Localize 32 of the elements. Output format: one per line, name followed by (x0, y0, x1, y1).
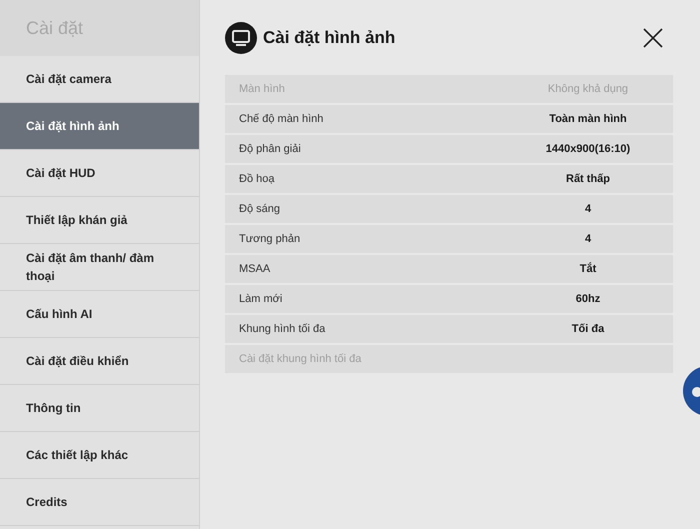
setting-value: Tắt (578, 261, 598, 277)
setting-label: Cài đặt khung hình tối đa (239, 352, 362, 367)
setting-row[interactable]: Tương phản 4 (225, 225, 673, 253)
setting-label: Làm mới (239, 292, 282, 307)
setting-row[interactable]: Khung hình tối đa Tối đa (225, 315, 673, 343)
setting-value: 1440x900(16:10) (544, 142, 632, 157)
setting-row[interactable]: MSAA Tắt (225, 255, 673, 283)
close-button[interactable] (641, 26, 665, 50)
setting-label: Chế độ màn hình (239, 112, 324, 127)
close-icon (643, 28, 663, 48)
setting-value: Tối đa (570, 322, 606, 337)
setting-value: Toàn màn hình (548, 112, 628, 127)
setting-label: Độ phân giải (239, 142, 301, 157)
setting-row[interactable]: Chế độ màn hình Toàn màn hình (225, 105, 673, 133)
setting-label: Khung hình tối đa (239, 322, 326, 337)
panel-title: Cài đặt hình ảnh (263, 27, 396, 50)
setting-label: Màn hình (239, 82, 285, 97)
setting-row[interactable]: Độ phân giải 1440x900(16:10) (225, 135, 673, 163)
setting-label: Độ sáng (239, 202, 280, 217)
setting-value: Rất thấp (565, 172, 611, 187)
setting-label: Tương phản (239, 232, 300, 247)
setting-value: Không khả dụng (546, 82, 630, 97)
setting-value: 4 (584, 202, 592, 217)
setting-label: MSAA (239, 262, 270, 277)
sidebar-item[interactable]: Cài đặt hình ảnh (0, 103, 199, 150)
setting-value: 60hz (574, 292, 602, 307)
setting-row[interactable]: Đồ hoạ Rất thấp (225, 165, 673, 193)
setting-row[interactable]: Làm mới 60hz (225, 285, 673, 313)
monitor-icon (225, 22, 257, 54)
setting-value: 4 (584, 232, 592, 247)
setting-label: Đồ hoạ (239, 172, 274, 187)
setting-row[interactable]: Độ sáng 4 (225, 195, 673, 223)
